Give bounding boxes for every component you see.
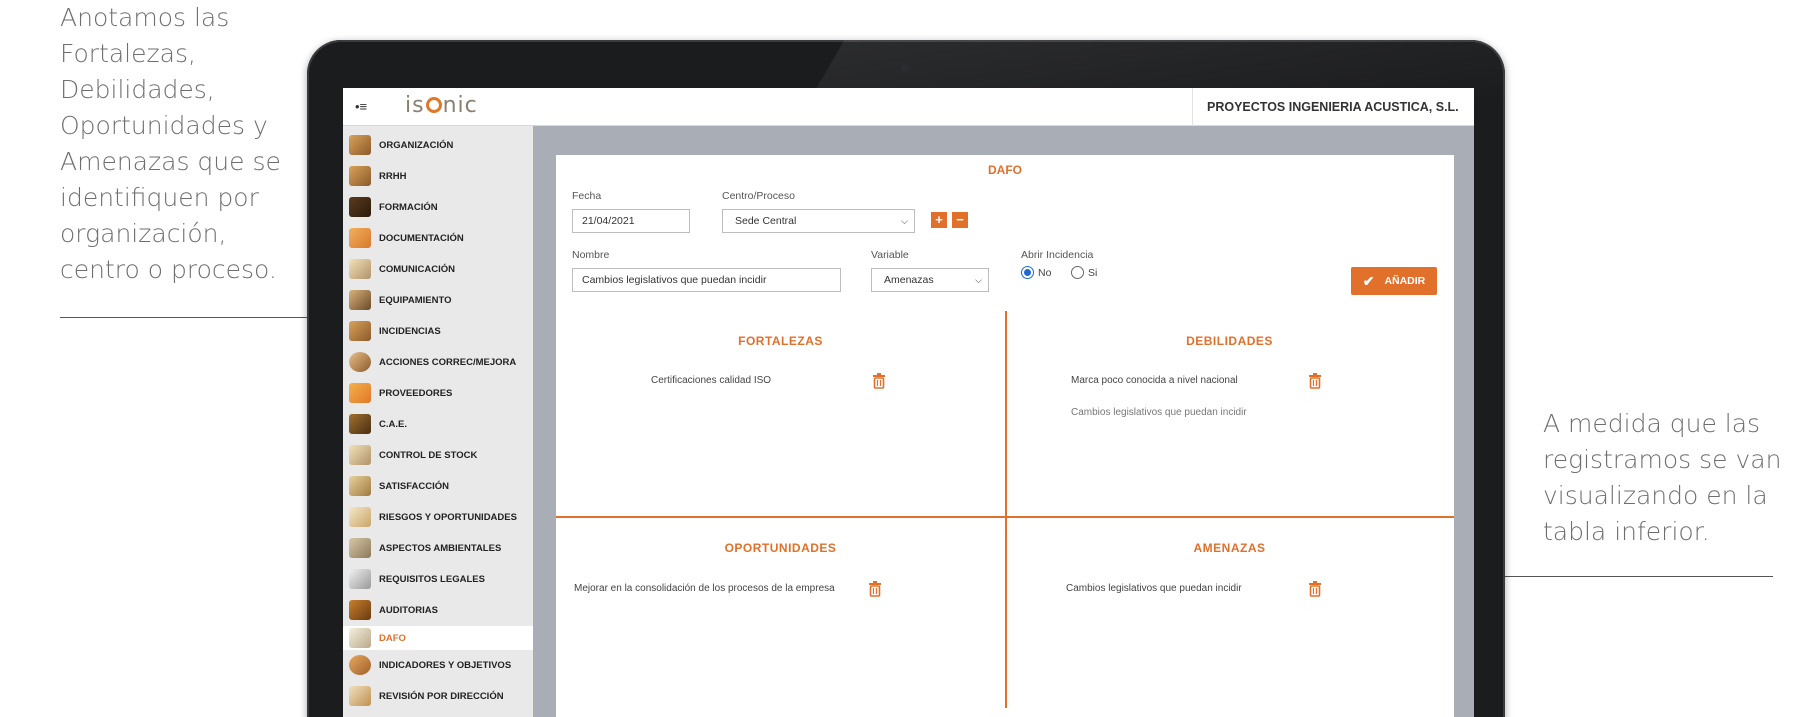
sidebar-item-revision[interactable]: REVISIÓN POR DIRECCIÓN [343,684,533,708]
organization-icon [349,135,371,155]
dafo-panel: DAFO Fecha 21/04/2021 Centro/Proceso Sed… [556,155,1454,717]
nombre-label: Nombre [572,249,610,261]
book-icon [349,569,371,589]
hr-icon [349,166,371,186]
sidebar-item-comunicacion[interactable]: COMUNICACIÓN [343,257,533,281]
amenazas-item: Cambios legislativos que puedan incidir [1066,583,1242,594]
centro-select-value: Sede Central [735,215,797,227]
add-button[interactable]: ✔ AÑADIR [1351,267,1437,295]
company-name: PROYECTOS INGENIERIA ACUSTICA, S.L. [1192,88,1474,126]
radio-dot [1071,266,1084,279]
gears-icon [349,476,371,496]
chart-icon [349,655,371,675]
radio-no-label: No [1038,266,1052,279]
sidebar-item-cae[interactable]: C.A.E. [343,412,533,436]
briefcase-icon [349,414,371,434]
chevron-down-icon: ⌵ [901,216,908,226]
sidebar-item-proveedores[interactable]: PROVEEDORES [343,381,533,405]
sidebar-item-stock[interactable]: CONTROL DE STOCK [343,443,533,467]
variable-label: Variable [871,249,909,261]
fecha-label: Fecha [572,190,602,202]
quadrant-divider-horizontal [556,516,1454,518]
pencil-paper-icon [349,259,371,279]
trash-icon[interactable] [1308,581,1322,597]
graduation-cap-icon [349,197,371,217]
page-title: DAFO [988,163,1022,177]
quadrant-divider-vertical [1005,311,1007,708]
box-icon [349,383,371,403]
add-button-label: AÑADIR [1384,275,1426,287]
sidebar-item-organizacion[interactable]: ORGANIZACIÓN [343,133,533,157]
radio-si[interactable]: Si [1071,266,1097,279]
review-icon [349,686,371,706]
sidebar-item-acciones[interactable]: ACCIONES CORREC/MEJORA [343,350,533,374]
menu-toggle-icon[interactable]: •≡ [355,98,377,116]
radio-si-label: Si [1088,266,1098,279]
sidebar-item-satisfaccion[interactable]: SATISFACCIÓN [343,474,533,498]
sidebar-item-documentacion[interactable]: DOCUMENTACIÓN [343,226,533,250]
centro-select[interactable]: Sede Central ⌵ [722,209,915,233]
sidebar-item-riesgos[interactable]: RIESGOS Y OPORTUNIDADES [343,505,533,529]
leaf-icon [349,538,371,558]
nombre-field[interactable]: Cambios legislativos que puedan incidir [572,268,841,292]
sidebar-item-incidencias[interactable]: INCIDENCIAS [343,319,533,343]
annotation-right: A medida que las registramos se van visu… [1543,409,1782,546]
camera-icon [901,64,909,72]
sidebar-item-indicadores[interactable]: INDICADORES Y OBJETIVOS [343,653,533,677]
annotation-left: Anotamos las Fortalezas, Debilidades, Op… [60,3,281,284]
sidebar-item-auditorias[interactable]: AUDITORIAS [343,598,533,622]
sidebar-item-requisitos[interactable]: REQUISITOS LEGALES [343,567,533,591]
app-logo: is nic [405,93,478,118]
sidebar: ORGANIZACIÓN RRHH FORMACIÓN DOCUMENTACIÓ… [343,126,533,717]
radio-no[interactable]: No [1021,266,1051,279]
fecha-field[interactable]: 21/04/2021 [572,209,690,233]
fortalezas-title: FORTALEZAS [738,334,823,348]
fortalezas-item: Certificaciones calidad ISO [651,375,772,386]
audit-icon [349,600,371,620]
incidencia-label: Abrir Incidencia [1021,249,1094,261]
dafo-icon [349,628,371,648]
incident-icon [349,321,371,341]
debilidades-item-pending: Cambios legislativos que puedan incidir [1071,407,1247,418]
variable-select[interactable]: Amenazas ⌵ [871,268,989,292]
trash-icon[interactable] [868,581,882,597]
sidebar-item-formacion[interactable]: FORMACIÓN [343,195,533,219]
radio-dot-checked [1021,266,1034,279]
trash-icon[interactable] [1308,373,1322,389]
add-centro-button[interactable]: + [931,212,947,228]
document-icon [349,228,371,248]
debilidades-title: DEBILIDADES [1186,334,1273,348]
sidebar-item-rrhh[interactable]: RRHH [343,164,533,188]
sidebar-item-equipamiento[interactable]: EQUIPAMIENTO [343,288,533,312]
centro-label: Centro/Proceso [722,190,795,202]
checklist-icon [349,445,371,465]
sidebar-item-dafo[interactable]: DAFO [343,626,533,650]
top-bar: •≡ is nic PROYECTOS INGENIERIA ACUSTICA, … [343,88,1474,126]
variable-select-value: Amenazas [884,274,934,286]
trash-icon[interactable] [872,373,886,389]
oportunidades-title: OPORTUNIDADES [724,541,837,555]
equipment-icon [349,290,371,310]
chevron-down-icon: ⌵ [975,275,982,285]
amenazas-title: AMENAZAS [1193,541,1266,555]
remove-centro-button[interactable]: − [952,212,968,228]
person-icon [349,352,371,372]
clipboard-icon [349,507,371,527]
app-screen: •≡ is nic PROYECTOS INGENIERIA ACUSTICA, … [343,88,1474,717]
debilidades-item: Marca poco conocida a nivel nacional [1071,375,1238,386]
oportunidades-item: Mejorar en la consolidación de los proce… [574,583,835,594]
sidebar-item-ambientales[interactable]: ASPECTOS AMBIENTALES [343,536,533,560]
check-icon: ✔ [1362,272,1375,289]
